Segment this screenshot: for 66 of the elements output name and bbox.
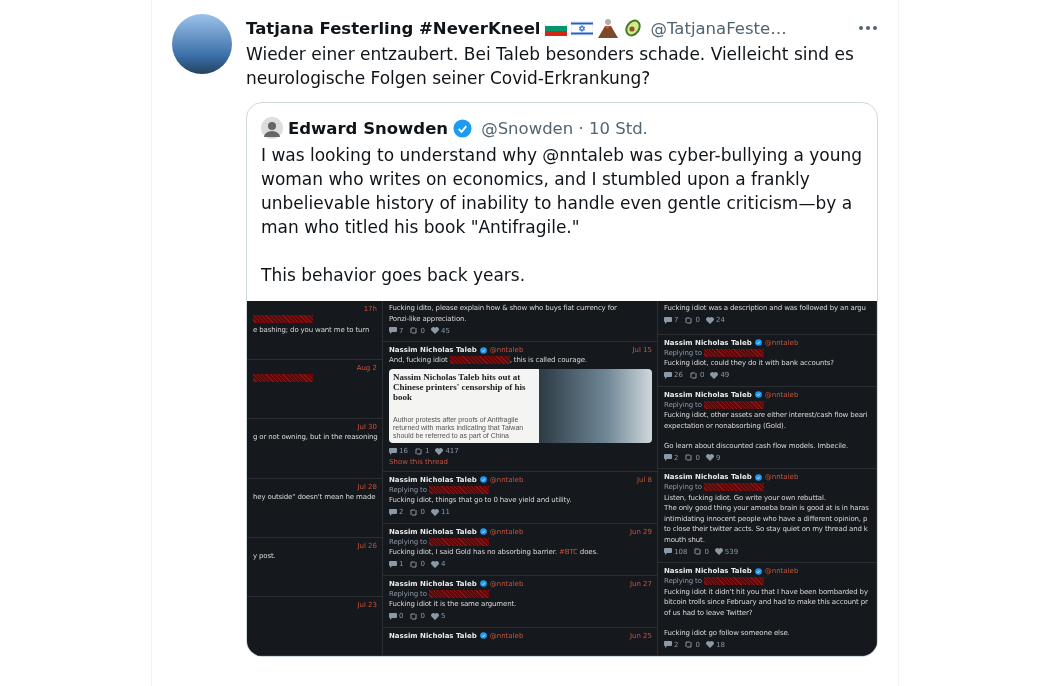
heart-icon [705,454,714,461]
reply-icon [389,508,397,516]
verified-badge-icon [754,567,762,575]
reply-icon [664,641,672,648]
redaction-bar [253,374,313,383]
heart-icon [430,508,439,516]
redaction-bar [703,348,764,357]
verified-badge-icon [754,391,762,398]
reply-icon [664,548,672,555]
heart-icon [705,316,714,324]
tweet-text: neurologische Folgen seiner Covid-Erkrankung? [246,67,652,90]
reply-icon [664,454,672,461]
redaction-bar [428,589,489,598]
reply-icon [664,316,672,324]
retweet-icon [684,454,694,461]
volcano-icon [596,18,619,38]
reply-icon [389,612,397,620]
reply-icon [389,560,397,568]
more-icon[interactable] [858,25,878,31]
heart-icon [430,327,439,334]
redaction-bar [703,483,764,492]
avatar [261,117,283,139]
verified-badge-icon [479,528,487,535]
verified-badge-icon [479,346,487,354]
heart-icon [430,560,439,568]
retweet-icon [684,641,694,648]
bulgaria-flag-icon [544,20,567,36]
retweet-icon [409,560,419,568]
heart-icon [710,371,719,379]
avatar[interactable] [172,14,232,74]
redaction-bar [428,485,489,494]
heart-icon [705,641,714,648]
tweet-text: This behavior goes back years. [261,264,527,287]
retweet-icon [684,316,694,324]
author-name[interactable]: Edward Snowden [288,118,449,138]
verified-badge-icon [479,476,487,483]
redaction-bar [703,400,764,409]
retweet-icon [693,548,703,555]
redaction-bar [253,315,313,324]
tweet-text: I was looking to understand why @nntaleb was cyber-bullying a young woman who writes on economics, and I stumbled upon a frankly unbelievable history of inability to handle even gentle criticism—by a man who titled his book "Antifragile." [261,144,863,239]
heart-icon [435,447,444,455]
verified-badge-icon [479,632,487,639]
redaction-bar [428,537,489,546]
verified-badge-icon [754,339,762,346]
author-handle[interactable]: @TatjanaFeste… [650,18,787,38]
retweet-icon [409,508,419,516]
author-handle[interactable]: @Snowden · 10 Std. [481,118,648,138]
heart-icon [430,612,439,620]
avocado-icon [622,18,643,38]
reply-icon [389,327,397,334]
article-headline: Nassim Nicholas Taleb hits out at Chinese printers' censorship of his book [393,371,527,402]
verified-badge-icon [754,473,762,481]
redaction-bar [703,577,764,586]
reply-icon [389,447,397,455]
verified-badge-icon [479,580,487,587]
retweet-icon [409,612,419,620]
israel-flag-icon [570,20,593,36]
retweet-icon [413,447,423,455]
tweet-text: Wieder einer entzaubert. Bei Taleb besonders schade. Vielleicht sind es [246,43,855,66]
heart-icon [714,548,723,555]
author-name[interactable]: Tatjana Festerling #NeverKneel [246,18,541,38]
quoted-tweet-card[interactable] [246,102,878,657]
retweet-icon [688,371,698,379]
reply-icon [664,371,672,379]
retweet-icon [409,327,419,334]
redaction-bar [449,356,510,365]
